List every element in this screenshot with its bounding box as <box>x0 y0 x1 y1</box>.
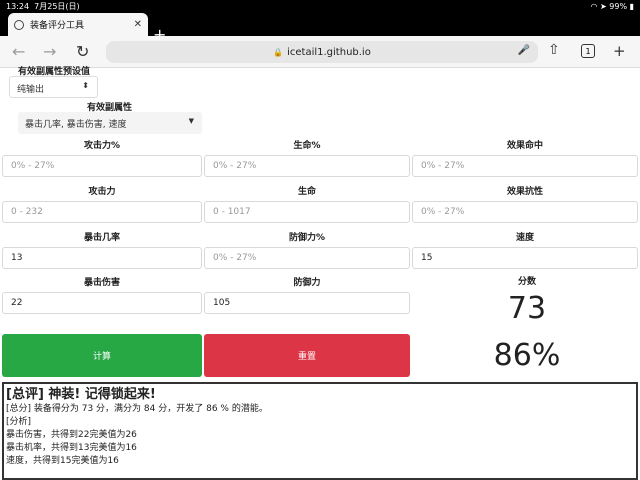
share-icon[interactable]: ⇧ <box>548 42 560 58</box>
mic-icon[interactable]: 🎤 <box>518 45 530 56</box>
score-value: 73 <box>507 291 547 326</box>
input-atk-pct[interactable]: 0% - 27% <box>2 155 202 177</box>
lock-icon: 🔒 <box>273 47 284 57</box>
score-label: 分数 <box>517 277 536 287</box>
browser-toolbar: ← → ↻ 🔒 icetail1.github.io 🎤 ⇧ 1 + <box>0 36 640 68</box>
input-hp[interactable]: 0 - 1017 <box>204 201 410 223</box>
select-caret-icon: ⬍ <box>82 81 89 90</box>
label-effect-hit: 效果命中 <box>506 141 543 151</box>
input-crit-dmg[interactable]: 22 <box>2 292 202 314</box>
tabs-overview-button[interactable]: 1 <box>581 44 595 58</box>
input-effect-hit[interactable]: 0% - 27% <box>412 155 638 177</box>
input-atk[interactable]: 0 - 232 <box>2 201 202 223</box>
label-def-pct: 防御力% <box>288 233 326 243</box>
label-effect-resist: 效果抗性 <box>506 187 543 197</box>
result-line: 暴击机率，共得到13完美值为16 <box>6 443 137 453</box>
label-crit-rate: 暴击几率 <box>83 233 120 243</box>
location-icon: ➤ <box>600 1 607 11</box>
page-content: 有效副属性预设值 纯输出 ⬍ 有效副属性 暴击几率, 暴击伤害, 速度 ▼ 攻击… <box>0 67 640 480</box>
chevron-down-icon: ▼ <box>188 117 194 125</box>
result-summary: [总评] 神装! 记得锁起来! <box>6 387 156 402</box>
status-time: 13:24 7月25日(日) <box>6 1 80 11</box>
back-icon[interactable]: ← <box>12 42 25 61</box>
tab-strip: 装备评分工具 ✕ + <box>0 12 640 43</box>
label-speed: 速度 <box>515 233 534 243</box>
wifi-icon: ◠ <box>590 1 598 11</box>
label-crit-dmg: 暴击伤害 <box>83 278 120 288</box>
label-atk-pct: 攻击力% <box>83 141 121 151</box>
label-atk: 攻击力 <box>88 187 116 197</box>
status-right: ◠ ➤ 99% ▮ <box>590 2 634 11</box>
input-def-pct[interactable]: 0% - 27% <box>204 247 410 269</box>
result-analysis-title: [分析] <box>6 417 32 427</box>
label-def: 防御力 <box>293 278 321 288</box>
result-total: [总分] 装备得分为 73 分，满分为 84 分，开发了 86 % 的潜能。 <box>6 404 268 414</box>
url-bar[interactable]: 🔒 icetail1.github.io 🎤 <box>106 41 538 63</box>
result-panel: [总评] 神装! 记得锁起来! [总分] 装备得分为 73 分，满分为 84 分… <box>2 382 638 480</box>
url-text: icetail1.github.io <box>287 46 371 58</box>
input-effect-resist[interactable]: 0% - 27% <box>412 201 638 223</box>
score-percent: 86% <box>493 338 561 373</box>
forward-icon[interactable]: → <box>43 42 56 61</box>
close-icon[interactable]: ✕ <box>134 19 142 30</box>
status-bar: 13:24 7月25日(日) ◠ ➤ 99% ▮ <box>0 0 640 12</box>
tab-title: 装备评分工具 <box>30 21 85 31</box>
reset-button[interactable]: 重置 <box>204 334 410 377</box>
preset-select[interactable]: 纯输出 ⬍ <box>9 76 98 98</box>
input-crit-rate[interactable]: 13 <box>2 247 202 269</box>
input-def[interactable]: 105 <box>204 292 410 314</box>
battery-icon: ▮ <box>629 1 634 11</box>
browser-tab[interactable]: 装备评分工具 ✕ <box>8 13 148 36</box>
battery-text: 99% <box>609 1 628 11</box>
calculate-button[interactable]: 计算 <box>2 334 202 377</box>
globe-icon <box>14 19 24 30</box>
label-hp: 生命 <box>297 187 316 197</box>
result-line: 暴击伤害，共得到22完美值为26 <box>6 430 137 440</box>
reload-icon[interactable]: ↻ <box>76 42 89 61</box>
input-hp-pct[interactable]: 0% - 27% <box>204 155 410 177</box>
label-hp-pct: 生命% <box>293 141 321 151</box>
input-speed[interactable]: 15 <box>412 247 638 269</box>
result-line: 速度，共得到15完美值为16 <box>6 456 119 466</box>
effective-multiselect[interactable]: 暴击几率, 暴击伤害, 速度 ▼ <box>18 112 202 134</box>
new-tab-plus-icon[interactable]: + <box>613 42 626 60</box>
